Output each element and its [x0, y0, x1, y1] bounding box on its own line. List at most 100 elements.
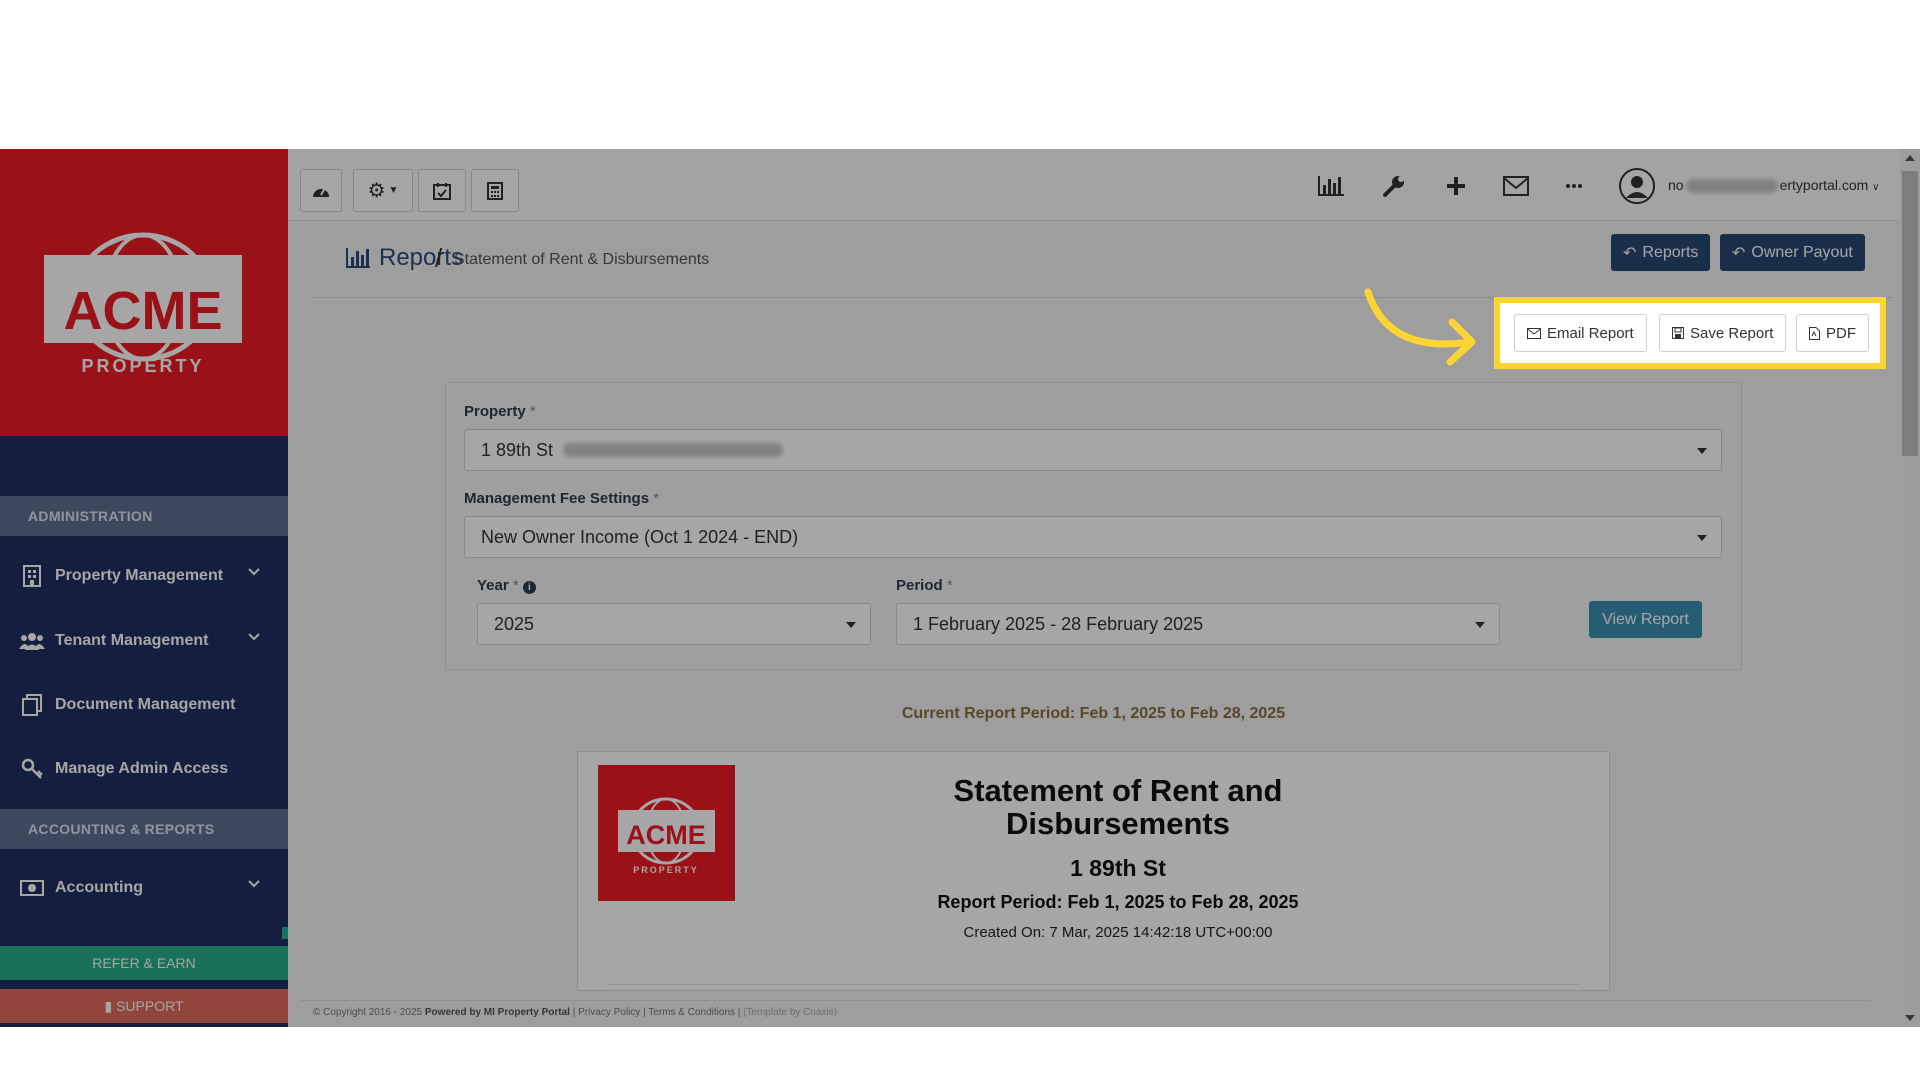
documents-icon — [17, 693, 47, 717]
refer-earn-button[interactable]: REFER & EARN — [0, 946, 288, 980]
property-label-text: Property — [464, 403, 526, 420]
required-mark: * — [529, 403, 536, 420]
breadcrumb-current: Statement of Rent & Disbursements — [454, 251, 710, 268]
sidebar-item-accounting[interactable]: Accounting — [0, 858, 288, 918]
acme-logo-icon: ACME PROPERTY — [44, 232, 242, 375]
footer-powered-link[interactable]: Powered by MI Property Portal — [425, 1007, 570, 1018]
pdf-button[interactable]: PDF — [1796, 314, 1869, 352]
scroll-up-icon[interactable] — [1905, 155, 1915, 161]
caret-down-icon — [846, 622, 856, 628]
brand-logo[interactable]: ACME PROPERTY — [0, 149, 288, 436]
reports-back-button[interactable]: ↶ Reports — [1611, 234, 1711, 271]
period-select[interactable]: 1 February 2025 - 28 February 2025 — [896, 603, 1500, 645]
scrollbar-thumb[interactable] — [1902, 171, 1918, 456]
current-report-period: Current Report Period: Feb 1, 2025 to Fe… — [901, 705, 1286, 722]
sidebar: ACME PROPERTY ADMINISTRATION Property Ma… — [0, 149, 288, 1027]
caret-down-icon — [1697, 448, 1707, 454]
money-icon — [17, 876, 47, 900]
calculator-icon — [487, 181, 503, 200]
breadcrumb-separator: / — [435, 243, 443, 273]
caret-down-icon — [1475, 622, 1485, 628]
calendar-button[interactable] — [418, 169, 466, 212]
email-report-button[interactable]: Email Report — [1514, 314, 1647, 352]
calendar-icon — [433, 182, 451, 200]
owner-payout-button[interactable]: ↶ Owner Payout — [1720, 234, 1865, 271]
user-email-prefix: no — [1668, 177, 1684, 193]
footer-template: (Template by Coaxis) — [743, 1007, 838, 1018]
info-icon[interactable]: i — [522, 581, 536, 594]
settings-dropdown-button[interactable]: ⚙ ▼ — [353, 169, 413, 212]
reply-icon: ↶ — [1732, 244, 1746, 262]
dashboard-button[interactable] — [300, 169, 342, 212]
users-icon — [17, 629, 47, 653]
property-select[interactable]: 1 89th St — [464, 429, 1722, 471]
view-report-button[interactable]: View Report — [1589, 601, 1702, 638]
sidebar-item-label: Document Management — [55, 696, 236, 713]
svg-text:ACME: ACME — [626, 820, 706, 850]
user-email-dropdown[interactable]: no ertyportal.com ∨ — [1668, 177, 1880, 194]
footer-links[interactable]: | Privacy Policy | Terms & Conditions | — [573, 1007, 741, 1018]
report-preview: ACME PROPERTY Statement of Rent and Disb… — [577, 751, 1610, 991]
chevron-down-icon: ∨ — [1872, 182, 1880, 193]
support-button[interactable]: ▮ SUPPORT — [0, 989, 288, 1023]
sidebar-item-label: Property Management — [55, 567, 224, 584]
book-icon: ▮ — [104, 998, 117, 1014]
plus-icon[interactable] — [1440, 171, 1472, 201]
acme-logo-icon: ACME PROPERTY — [618, 797, 715, 875]
property-value: 1 89th St — [481, 439, 554, 460]
sidebar-item-property-management[interactable]: Property Management — [0, 546, 288, 606]
floppy-disk-icon — [1672, 327, 1684, 339]
caret-down-icon: ▼ — [388, 185, 399, 196]
fee-settings-label: Management Fee Settings * — [464, 490, 659, 507]
scrollbar[interactable] — [1900, 149, 1920, 1027]
redacted-text — [563, 443, 784, 457]
period-value: 1 February 2025 - 28 February 2025 — [913, 613, 1204, 634]
top-toolbar: ⚙ ▼ no ertyportal.com ∨ — [288, 149, 1920, 221]
sidebar-item-document-management[interactable]: Document Management — [0, 675, 288, 735]
calculator-button[interactable] — [471, 169, 519, 212]
fee-settings-value: New Owner Income (Oct 1 2024 - END) — [481, 526, 799, 547]
fee-settings-label-text: Management Fee Settings — [464, 490, 650, 507]
wrench-icon[interactable] — [1378, 171, 1410, 201]
breadcrumb-reports-link[interactable]: Reports — [379, 244, 463, 272]
fee-settings-select[interactable]: New Owner Income (Oct 1 2024 - END) — [464, 516, 1722, 558]
sidebar-item-tenant-management[interactable]: Tenant Management — [0, 611, 288, 671]
table-top-border — [608, 984, 1578, 985]
pointer-arrow-icon — [1364, 288, 1476, 366]
gear-icon: ⚙ — [367, 180, 386, 202]
bar-chart-icon — [346, 248, 370, 268]
report-created-on: Created On: 7 Mar, 2025 14:42:18 UTC+00:… — [963, 924, 1273, 941]
dashboard-icon — [313, 187, 329, 197]
reply-icon: ↶ — [1623, 244, 1637, 262]
report-property: 1 89th St — [1070, 855, 1166, 881]
pdf-file-icon — [1809, 326, 1820, 340]
required-mark: * — [512, 577, 519, 594]
report-period: Report Period: Feb 1, 2025 to Feb 28, 20… — [937, 892, 1299, 912]
svg-text:PROPERTY: PROPERTY — [81, 356, 204, 375]
svg-text:ACME: ACME — [64, 281, 223, 341]
required-mark: * — [946, 577, 953, 594]
period-label: Period * — [896, 577, 953, 594]
report-logo: ACME PROPERTY — [598, 765, 735, 901]
more-icon[interactable] — [1558, 171, 1590, 201]
sidebar-item-label: Accounting — [55, 879, 143, 896]
chevron-down-icon — [248, 880, 260, 888]
property-label: Property * — [464, 403, 536, 420]
email-report-label: Email Report — [1547, 324, 1634, 342]
save-report-button[interactable]: Save Report — [1659, 314, 1787, 352]
sidebar-item-manage-admin-access[interactable]: Manage Admin Access — [0, 739, 288, 799]
mail-icon[interactable] — [1500, 171, 1532, 201]
footer-divider — [300, 1000, 1870, 1001]
footer-copyright: © Copyright 2016 - 2025 — [313, 1007, 423, 1018]
year-select[interactable]: 2025 — [477, 603, 871, 645]
redacted-text — [1685, 179, 1778, 194]
year-label-text: Year — [477, 577, 509, 594]
reports-chart-icon[interactable] — [1315, 171, 1347, 201]
year-value: 2025 — [494, 613, 535, 634]
user-email-suffix: ertyportal.com — [1779, 177, 1869, 193]
avatar[interactable] — [1618, 167, 1656, 205]
footer: © Copyright 2016 - 2025 Powered by MI Pr… — [313, 1007, 837, 1018]
section-administration: ADMINISTRATION — [0, 496, 288, 536]
scroll-down-icon[interactable] — [1905, 1015, 1915, 1021]
page-title: Reports — [345, 244, 463, 272]
